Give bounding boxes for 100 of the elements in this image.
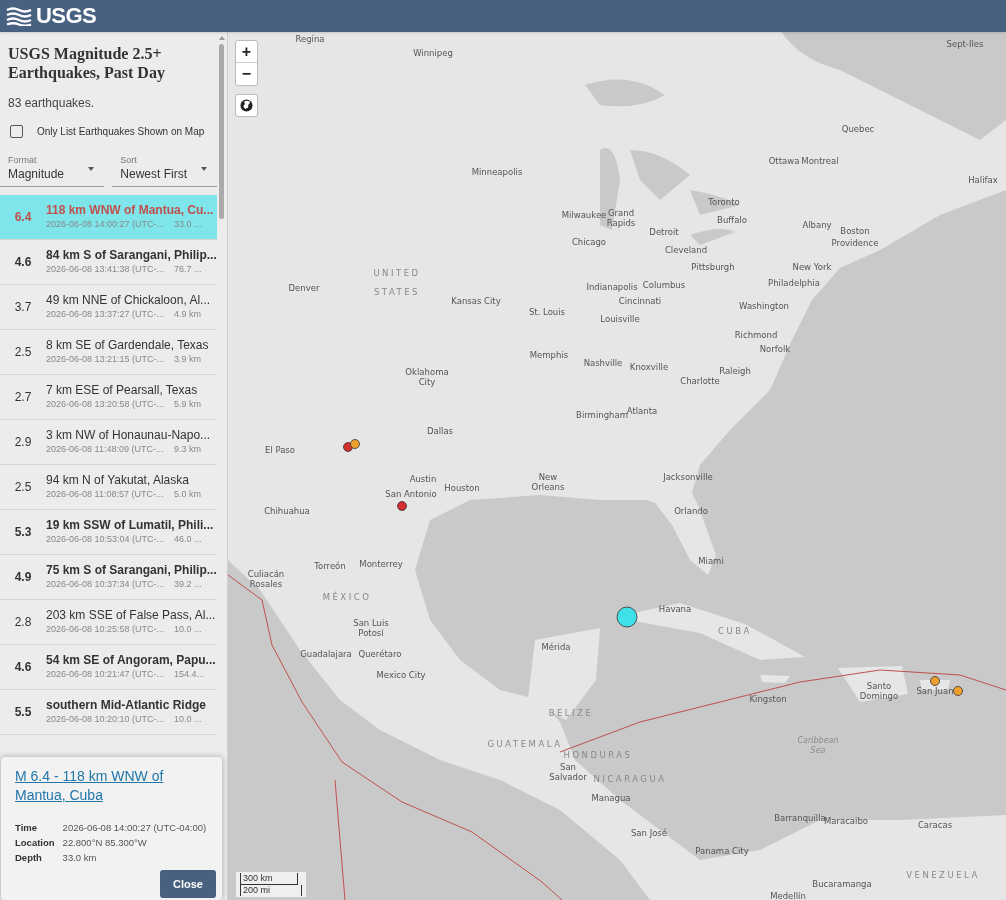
city-label: Domingo xyxy=(859,691,899,701)
checkbox[interactable] xyxy=(10,125,23,138)
earthquake-marker[interactable] xyxy=(397,501,407,511)
city-label: Atlanta xyxy=(626,406,658,416)
sea-label: Sea xyxy=(810,746,826,755)
country-label: MÉXICO xyxy=(322,592,372,602)
city-label: Rosales xyxy=(249,579,283,589)
city-label: Nashville xyxy=(583,358,623,368)
city-label: Dallas xyxy=(426,426,454,436)
city-label: San Luis xyxy=(353,618,389,628)
city-label: Indianapolis xyxy=(586,282,638,292)
city-label: Miami xyxy=(698,556,724,566)
city-label: Washington xyxy=(739,301,789,311)
city-label: Richmond xyxy=(734,330,778,340)
field-label: Depth xyxy=(15,851,43,865)
checkbox-label[interactable]: Only List Earthquakes Shown on Map xyxy=(37,124,205,139)
city-label: Cincinnati xyxy=(618,296,662,306)
city-label: Birmingham xyxy=(576,410,628,420)
island-land xyxy=(838,666,908,702)
earthquake-marker[interactable] xyxy=(953,686,963,696)
city-label: Torreón xyxy=(314,561,346,571)
caret-icon xyxy=(200,167,207,171)
city-label: Sept-Iles xyxy=(946,39,984,49)
city-label: Orlando xyxy=(674,506,708,516)
city-label: Toronto xyxy=(708,197,740,207)
city-label: Rapids xyxy=(606,218,636,228)
city-label: Santo xyxy=(866,681,892,691)
zoom-in-button[interactable]: + xyxy=(236,41,257,63)
earthquake-marker[interactable] xyxy=(616,606,638,628)
city-label: St. Louis xyxy=(528,307,566,317)
city-label: Havana xyxy=(658,604,692,614)
city-label: Boston xyxy=(840,226,870,236)
city-label: Chicago xyxy=(571,237,607,247)
city-label: Louisville xyxy=(600,314,640,324)
city-label: Bucaramanga xyxy=(812,879,872,889)
usgs-logo[interactable]: USGS xyxy=(36,5,97,27)
earthquake-marker[interactable] xyxy=(930,676,940,686)
country-label: CUBA xyxy=(718,626,752,636)
island-land xyxy=(760,675,790,683)
city-label: Querétaro xyxy=(358,649,402,659)
city-label: Raleigh xyxy=(719,366,751,376)
city-label: City xyxy=(418,377,436,387)
city-label: Medellín xyxy=(770,891,806,900)
country-label: HONDURAS xyxy=(563,750,633,760)
field-label: Location xyxy=(15,836,55,850)
city-label: San Juan xyxy=(916,686,954,696)
city-label: San xyxy=(560,762,576,772)
globe-button[interactable] xyxy=(235,94,258,117)
city-label: Kansas City xyxy=(451,296,501,306)
zoom-out-button[interactable]: − xyxy=(236,63,257,85)
city-label: Montreal xyxy=(801,156,839,166)
country-label: BELIZE xyxy=(548,708,594,718)
city-label: Potosí xyxy=(358,628,384,638)
city-label: Guadalajara xyxy=(300,649,352,659)
city-label: Grand xyxy=(607,208,635,218)
city-label: Mérida xyxy=(541,642,571,652)
city-label: Oklahoma xyxy=(405,367,449,377)
city-label: Chihuahua xyxy=(264,506,310,516)
city-label: Managua xyxy=(591,793,631,803)
city-label: Orleans xyxy=(531,482,565,492)
country-label: STATES xyxy=(374,287,420,297)
earthquake-marker[interactable] xyxy=(343,442,353,452)
city-label: Cleveland xyxy=(664,245,708,255)
city-label: Ottawa xyxy=(768,156,800,166)
city-label: Columbus xyxy=(642,280,686,290)
city-label: Denver xyxy=(288,283,320,293)
country-label: UNITED xyxy=(373,268,421,278)
logo-waves-icon xyxy=(6,6,32,26)
field-value: 22.800°N 85.300°W xyxy=(62,836,148,850)
city-label: Salvador xyxy=(549,772,587,782)
city-label: Kingston xyxy=(749,694,787,704)
city-label: Knoxville xyxy=(629,362,669,372)
city-label: Philadelphia xyxy=(768,278,820,288)
earthquake-count: 83 earthquakes. xyxy=(8,95,96,112)
earthquake-marker[interactable] xyxy=(350,439,360,449)
close-button[interactable]: Close xyxy=(160,869,216,898)
city-label: Memphis xyxy=(529,350,569,360)
city-label: Minneapolis xyxy=(471,167,523,177)
city-label: Winnipeg xyxy=(413,48,453,58)
event-link[interactable]: M 6.4 - 118 km WNW of Mantua, Cuba xyxy=(15,767,185,805)
globe-icon xyxy=(240,99,253,112)
city-label: Regina xyxy=(295,34,325,44)
city-label: Panama City xyxy=(695,846,749,856)
scale-label: 200 mi xyxy=(240,885,302,896)
field-label: Time xyxy=(15,821,38,835)
city-label: Austin xyxy=(409,474,437,484)
city-label: Culiacán xyxy=(247,569,285,579)
field-value: 2026-06-08 14:00:27 (UTC-04:00) xyxy=(62,821,208,835)
dropdown[interactable]: Sort Newest First xyxy=(112,155,217,187)
dropdown[interactable]: Format Magnitude xyxy=(0,155,105,187)
city-label: Quebec xyxy=(841,124,875,134)
city-label: Charlotte xyxy=(680,376,720,386)
city-label: Maracaibo xyxy=(823,816,869,826)
city-label: Houston xyxy=(444,483,480,493)
country-label: GUATEMALA xyxy=(487,739,563,749)
city-label: Pittsburgh xyxy=(691,262,735,272)
city-label: New York xyxy=(792,262,832,272)
city-label: El Paso xyxy=(265,445,295,455)
city-label: Halifax xyxy=(968,175,998,185)
country-label: NICARAGUA xyxy=(593,774,667,784)
